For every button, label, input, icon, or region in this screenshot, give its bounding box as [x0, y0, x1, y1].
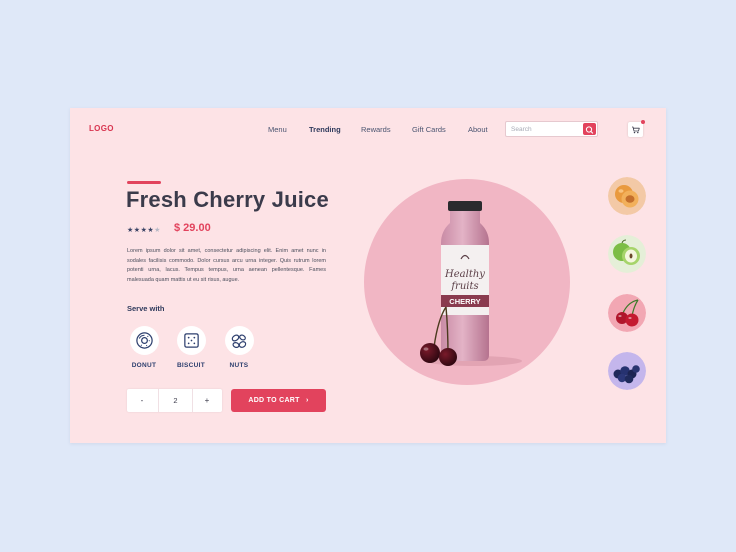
- quantity-stepper[interactable]: - 2 +: [127, 389, 222, 412]
- star-icon: ★: [133, 227, 141, 234]
- chevron-right-icon: ›: [306, 397, 309, 404]
- flavor-thumb-blueberry[interactable]: [608, 352, 646, 390]
- nav-item-trending[interactable]: Trending: [309, 125, 341, 134]
- star-icon: ★: [127, 227, 134, 234]
- donut-icon: [135, 332, 153, 349]
- nav-item-about[interactable]: About: [468, 125, 488, 134]
- nav-item-gift-cards[interactable]: Gift Cards: [412, 125, 446, 134]
- logo[interactable]: LOGO: [89, 124, 114, 133]
- cherry-icon: [608, 294, 646, 332]
- flavor-thumb-apple[interactable]: [608, 235, 646, 273]
- flavor-thumb-apricot[interactable]: [608, 177, 646, 215]
- increment-button[interactable]: +: [192, 389, 222, 412]
- cart-button[interactable]: [628, 120, 645, 137]
- star-rating: ★★★★★: [127, 226, 161, 234]
- product-card: LOGO Menu Trending Rewards Gift Cards Ab…: [70, 108, 666, 443]
- product-price: $ 29.00: [174, 222, 211, 234]
- product-description: Lorem ipsum dolor sit amet, consectetur …: [127, 248, 326, 283]
- flavor-thumb-cherry[interactable]: [608, 294, 646, 332]
- cart-icon: [632, 126, 640, 134]
- bottle-flavor-label: CHERRY: [449, 297, 480, 306]
- apricot-icon: [608, 177, 646, 215]
- quantity-value[interactable]: 2: [158, 389, 193, 412]
- biscuit-icon: [183, 333, 199, 348]
- product-title: Fresh Cherry Juice: [126, 187, 329, 212]
- add-to-cart-label: ADD TO CART: [248, 397, 300, 404]
- blueberry-icon: [608, 352, 646, 390]
- bottle-label-line1: Healthy: [444, 269, 485, 280]
- serve-with-label: Serve with: [127, 304, 165, 313]
- search-input[interactable]: Search: [511, 126, 532, 133]
- product-hero: Healthy fruits CHERRY: [364, 179, 570, 385]
- serve-item-label: DONUT: [131, 362, 157, 369]
- serve-item-label: BISCUIT: [176, 362, 206, 369]
- nav-item-rewards[interactable]: Rewards: [361, 125, 391, 134]
- title-accent-bar: [127, 181, 161, 184]
- search-box[interactable]: Search: [505, 121, 598, 137]
- decrement-button[interactable]: -: [127, 389, 157, 412]
- apple-icon: [608, 235, 646, 273]
- cart-badge: [641, 120, 645, 124]
- star-empty-icon: ★: [154, 227, 161, 234]
- search-button[interactable]: [583, 123, 596, 135]
- serve-item-donut[interactable]: DONUT: [127, 326, 161, 369]
- nav-item-menu[interactable]: Menu: [268, 125, 287, 134]
- add-to-cart-button[interactable]: ADD TO CART ›: [231, 389, 326, 412]
- serve-item-nuts[interactable]: NUTS: [222, 326, 256, 369]
- search-icon: [585, 126, 594, 134]
- nuts-icon: [231, 333, 247, 348]
- bottle-label-line2: fruits: [450, 281, 478, 292]
- serve-item-label: NUTS: [229, 362, 249, 369]
- serve-item-biscuit[interactable]: BISCUIT: [174, 326, 208, 369]
- juice-bottle-image: Healthy fruits CHERRY: [420, 201, 522, 366]
